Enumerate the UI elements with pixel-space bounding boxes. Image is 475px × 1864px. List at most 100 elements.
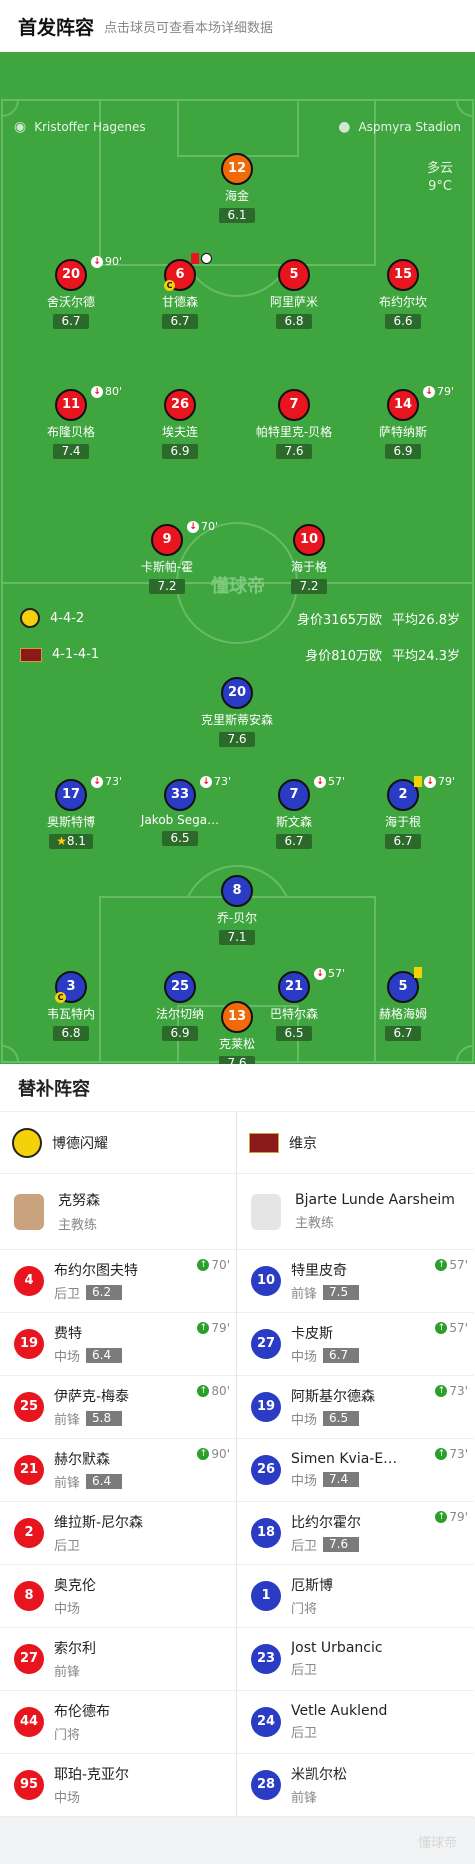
sub-off-icon: ↓ (314, 967, 326, 980)
sub-player-row[interactable]: 28 米凯尔松 前锋 (237, 1754, 474, 1817)
player-home-def-3[interactable]: 5 阿里萨米 6.8 (239, 259, 349, 329)
pitch: ◉ Kristoffer Hagenes ● Aspmyra Stadion 多… (0, 52, 475, 1064)
player-name: 米凯尔松 (291, 1767, 347, 1783)
player-home-mid-3[interactable]: 7 帕特里克-贝格 7.6 (239, 389, 349, 459)
weather-info: 多云 9°C (427, 160, 453, 196)
player-home-def-2[interactable]: 6 C 甘德森 6.7 (125, 253, 235, 329)
jersey-number: 95 (14, 1770, 44, 1800)
player-home-fw-1[interactable]: 9 ↓ 70' 卡斯帕-霍 7.2 (112, 520, 222, 594)
sub-player-row[interactable]: 27 索尔利前锋 (0, 1628, 236, 1691)
jersey-number: 19 (14, 1329, 44, 1359)
home-team-row[interactable]: 博德闪耀 (0, 1112, 236, 1174)
player-position: 后卫 (54, 1539, 81, 1554)
player-away-dm[interactable]: 8 乔-贝尔 7.1 (182, 875, 292, 945)
player-away-mid-2[interactable]: 33 ↓ 73' Jakob Sega… 6.5 (125, 775, 235, 846)
jersey-number: 44 (14, 1707, 44, 1737)
player-meta: 后卫 (54, 1535, 143, 1554)
sub-on-event: ↑ 79' (435, 1510, 468, 1524)
stadium-info: ● Aspmyra Stadion (338, 119, 461, 135)
section-title: 首发阵容 (18, 16, 95, 39)
sub-player-row[interactable]: 1 厄斯博 门将 (237, 1565, 474, 1628)
footer-watermark: 懂球帝 (417, 1836, 457, 1851)
player-position: 前锋 (291, 1791, 318, 1806)
player-home-mid-1[interactable]: 11 ↓ 80' 布隆贝格 7.4 (16, 385, 126, 459)
player-away-def-4[interactable]: 5 赫格海姆 6.7 (348, 967, 458, 1041)
sub-player-row[interactable]: 18 比约尔霍尔 后卫 7.6 ↑ 79' (237, 1502, 474, 1565)
jersey-number: 8 (221, 875, 253, 907)
jersey-number: 27 (14, 1644, 44, 1674)
sub-player-row[interactable]: 8 奥克伦 中场 (0, 1565, 236, 1628)
player-away-fw[interactable]: 20 克里斯蒂安森 7.6 (182, 677, 292, 747)
squad-value: 身价810万欧 (305, 649, 383, 664)
home-formation: 4-4-2 身价3165万欧 平均26.8岁 (20, 608, 460, 628)
player-away-gk[interactable]: 13 克莱松 7.6 (182, 1001, 292, 1064)
jersey-number: 5 (278, 259, 310, 291)
sub-player-row[interactable]: 21 赫尔默森 前锋 6.4 ↑ 90' (0, 1439, 236, 1502)
player-rating: ★8.1 (49, 834, 93, 849)
player-home-mid-4[interactable]: 14 ↓ 79' 萨特纳斯 6.9 (348, 385, 458, 459)
coach-role: 主教练 (295, 1216, 335, 1231)
jersey-number: 1 (251, 1581, 281, 1611)
jersey-number: 3 C (55, 971, 87, 1003)
player-rating: 6.2 (86, 1285, 123, 1300)
player-meta: 前锋 6.4 (54, 1472, 123, 1491)
player-name: 布隆贝格 (46, 425, 95, 439)
player-position: 后卫 (291, 1663, 318, 1678)
sub-player-row[interactable]: 19 费特 中场 6.4 ↑ 79' (0, 1313, 236, 1376)
sub-player-row[interactable]: 95 耶珀-克亚尔 中场 (0, 1754, 236, 1817)
sub-player-row[interactable]: 26 Simen Kvia-E… 中场 7.4 ↑ 73' (237, 1439, 474, 1502)
player-name: 索尔利 (54, 1641, 96, 1657)
player-away-def-1[interactable]: 3 C 韦瓦特内 6.8 (16, 971, 126, 1041)
player-rating: 7.6 (323, 1537, 360, 1552)
sub-player-row[interactable]: 23 Jost Urbancic 后卫 (237, 1628, 474, 1691)
player-away-mid-4[interactable]: 2 ↓ 79' 海于根 6.7 (348, 775, 458, 849)
weather-label: 多云 (426, 161, 453, 176)
jersey-number: 19 (251, 1392, 281, 1422)
player-meta: 后卫 7.6 (291, 1535, 361, 1554)
average-age: 平均24.3岁 (392, 649, 460, 664)
player-name: Jost Urbancic (291, 1640, 383, 1656)
sub-time: 73' (449, 1447, 468, 1461)
jersey-number: 27 (251, 1329, 281, 1359)
card-event (191, 253, 212, 264)
sub-player-row[interactable]: 19 阿斯基尔德森 中场 6.5 ↑ 73' (237, 1376, 474, 1439)
player-rating: 7.4 (323, 1472, 360, 1487)
player-meta: 前锋 (54, 1661, 96, 1680)
away-coach[interactable]: Bjarte Lunde Aarsheim 主教练 (237, 1174, 474, 1250)
sub-player-row[interactable]: 4 布约尔图夫特 后卫 6.2 ↑ 70' (0, 1250, 236, 1313)
squad-value: 身价3165万欧 (296, 612, 383, 628)
sub-player-row[interactable]: 2 维拉斯-尼尔森 后卫 (0, 1502, 236, 1565)
home-coach[interactable]: 克努森 主教练 (0, 1174, 236, 1250)
player-meta: 前锋 (291, 1787, 347, 1806)
player-name: Jakob Sega… (140, 813, 220, 827)
player-rating: 7.4 (53, 444, 89, 459)
away-team-badge-icon (20, 647, 42, 662)
player-away-mid-1[interactable]: 17 ↓ 73' 奥斯特博 ★8.1 (16, 775, 126, 849)
player-meta: 后卫 6.2 (54, 1283, 138, 1302)
player-home-mid-2[interactable]: 26 埃夫连 6.9 (125, 389, 235, 459)
sub-player-row[interactable]: 25 伊萨克-梅泰 前锋 5.8 ↑ 80' (0, 1376, 236, 1439)
player-away-mid-3[interactable]: 7 ↓ 57' 斯文森 6.7 (239, 775, 349, 849)
player-position: 前锋 (54, 1476, 81, 1491)
away-team-row[interactable]: 维京 (237, 1112, 474, 1174)
player-home-def-4[interactable]: 15 布约尔坎 6.6 (348, 259, 458, 329)
jersey-number: 14 (387, 389, 419, 421)
sub-player-row[interactable]: 27 卡皮斯 中场 6.7 ↑ 57' (237, 1313, 474, 1376)
jersey-number: 9 (151, 524, 183, 556)
sub-event: ↓ 90' (91, 255, 122, 268)
sub-on-event: ↑ 79' (197, 1321, 230, 1335)
player-name: 布约尔坎 (378, 295, 427, 309)
sub-player-row[interactable]: 24 Vetle Auklend 后卫 (237, 1691, 474, 1754)
player-home-def-1[interactable]: 20 ↓ 90' 舍沃尔德 6.7 (16, 255, 126, 329)
jersey-number: 11 (55, 389, 87, 421)
sub-player-row[interactable]: 44 布伦德布 门将 (0, 1691, 236, 1754)
player-home-gk[interactable]: 12 海金 6.1 (182, 153, 292, 223)
player-name: Simen Kvia-E… (291, 1451, 398, 1467)
sub-off-icon: ↓ (91, 775, 103, 788)
temperature: 9°C (428, 179, 452, 194)
player-meta: 后卫 (291, 1659, 383, 1678)
sub-player-row[interactable]: 10 特里皮奇 前锋 7.5 ↑ 57' (237, 1250, 474, 1313)
player-home-fw-2[interactable]: 10 海于格 7.2 (254, 524, 364, 594)
away-formation: 4-1-4-1 身价810万欧 平均24.3岁 (20, 645, 460, 664)
red-card-icon (191, 253, 199, 264)
